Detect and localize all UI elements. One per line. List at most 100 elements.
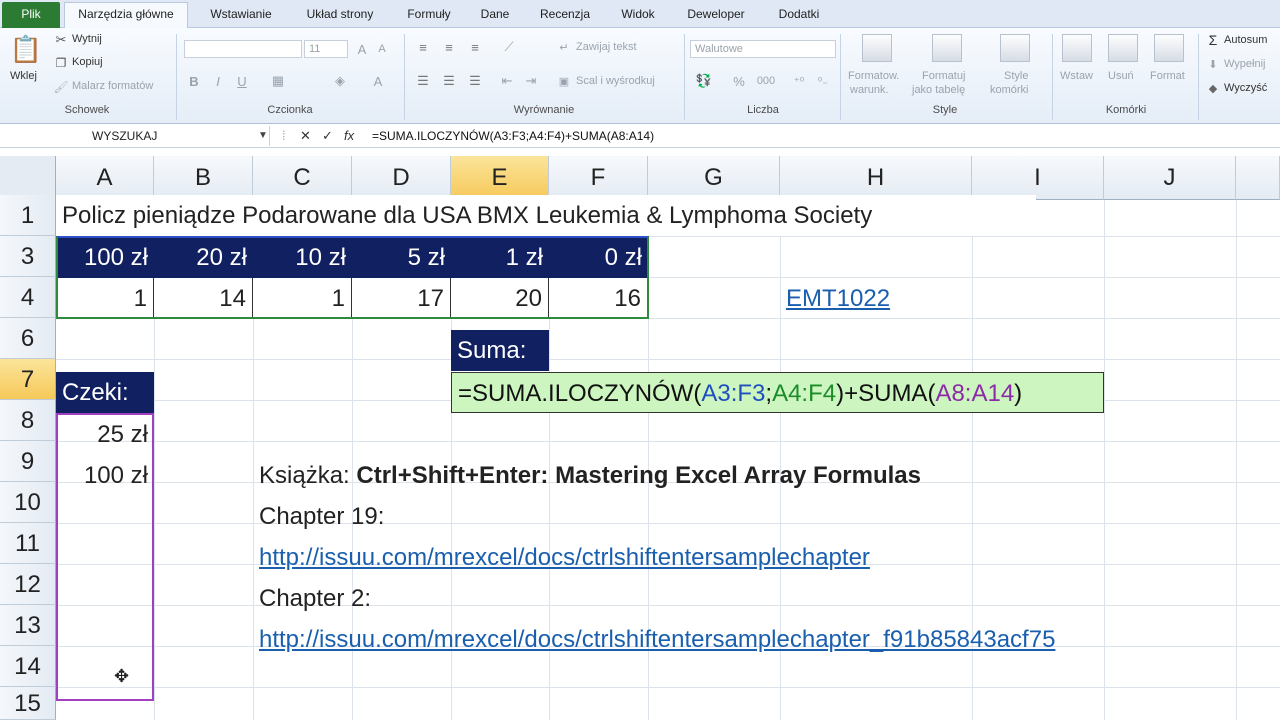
check-cell[interactable]: 25 zł [56,414,154,455]
column-header-g[interactable]: G [648,156,780,200]
format-cells-button[interactable]: Format [1150,70,1185,82]
sum-label-cell[interactable]: Suma: [451,330,549,371]
fill-icon[interactable]: ⬇ [1206,56,1220,72]
scissors-icon[interactable]: ✂ [54,32,68,47]
eraser-icon[interactable]: ◆ [1206,80,1220,96]
formula-input[interactable]: =SUMA.ILOCZYNÓW(A3:F3;A4:F4)+SUMA(A8:A14… [372,126,654,146]
count-cell[interactable]: 1 [56,278,154,319]
column-header-b[interactable]: B [154,156,253,200]
tab-formulas[interactable]: Formuły [396,3,462,27]
tab-page-layout[interactable]: Układ strony [292,3,388,27]
delete-cells-icon[interactable] [1108,34,1138,62]
format-table-icon[interactable] [932,34,962,62]
column-header-j[interactable]: J [1104,156,1236,200]
conditional-format-button-line2[interactable]: warunk. [850,84,889,96]
chapter2-link[interactable]: http://issuu.com/mrexcel/docs/ctrlshifte… [253,619,1253,660]
row-header-7[interactable]: 7 [0,359,56,400]
decrease-indent-icon[interactable]: ⇤ [498,72,516,90]
row-header-10[interactable]: 10 [0,482,56,523]
chapter19-link[interactable]: http://issuu.com/mrexcel/docs/ctrlshifte… [253,537,1153,578]
count-cell[interactable]: 17 [352,278,451,319]
italic-button[interactable]: I [210,72,226,90]
denomination-cell[interactable]: 5 zł [352,237,451,278]
denomination-cell[interactable]: 100 zł [56,237,154,278]
clear-button[interactable]: Wyczyść [1224,82,1267,94]
check-cell[interactable]: 100 zł [56,455,154,496]
orientation-icon[interactable]: ⟋ [498,38,520,56]
tab-data[interactable]: Dane [470,3,520,27]
count-cell[interactable]: 14 [154,278,253,319]
row-header-15[interactable]: 15 [0,687,56,720]
cut-button[interactable]: Wytnij [72,33,102,45]
tab-insert[interactable]: Wstawianie [196,3,286,27]
percent-button[interactable]: % [730,72,748,90]
row-header-12[interactable]: 12 [0,564,56,605]
format-table-button-line2[interactable]: jako tabelę [912,84,965,96]
merge-center-button[interactable]: Scal i wyśrodkuj [576,75,655,87]
conditional-format-icon[interactable] [862,34,892,62]
row-header-3[interactable]: 3 [0,236,56,277]
align-left-icon[interactable]: ☰ [414,72,432,90]
thousands-button[interactable]: 000 [754,72,778,90]
cancel-button[interactable]: ✕ [300,126,311,146]
tab-review[interactable]: Recenzja [528,3,602,27]
cell-styles-button[interactable]: Style [1004,70,1028,82]
align-bottom-icon[interactable]: ≡ [466,38,484,56]
row-header-9[interactable]: 9 [0,441,56,482]
name-box[interactable]: WYSZUKAJ [0,126,270,146]
font-color-icon[interactable]: A [368,72,388,90]
copy-button[interactable]: Kopiuj [72,56,103,68]
conditional-format-button[interactable]: Formatow. [848,70,899,82]
denomination-cell[interactable]: 0 zł [549,237,648,278]
align-middle-icon[interactable]: ≡ [440,38,458,56]
format-table-button[interactable]: Formatuj [922,70,965,82]
align-right-icon[interactable]: ☰ [466,72,484,90]
insert-cells-button[interactable]: Wstaw [1060,70,1093,82]
row-header-1[interactable]: 1 [0,195,56,236]
checks-label-cell[interactable]: Czeki: [56,372,154,413]
column-header-h[interactable]: H [780,156,972,200]
insert-cells-icon[interactable] [1062,34,1092,62]
fill-button[interactable]: Wypełnij [1224,58,1265,70]
count-cell[interactable]: 16 [549,278,648,319]
book-cell[interactable]: Książka: Ctrl+Shift+Enter: Mastering Exc… [253,455,1153,496]
tab-home[interactable]: Narzędzia główne [64,2,188,29]
copy-icon[interactable]: ❐ [54,56,68,70]
delete-cells-button[interactable]: Usuń [1108,70,1134,82]
column-header-f[interactable]: F [549,156,648,200]
tab-addins[interactable]: Dodatki [764,3,834,27]
column-header-k[interactable] [1236,156,1280,200]
column-header-c[interactable]: C [253,156,352,200]
insert-function-button[interactable]: fx [344,126,354,146]
cell-styles-icon[interactable] [1000,34,1030,62]
grow-font-icon[interactable]: A [354,40,370,58]
count-cell[interactable]: 20 [451,278,549,319]
border-icon[interactable]: ▦ [268,72,288,90]
row-header-11[interactable]: 11 [0,523,56,564]
column-header-e[interactable]: E [451,156,549,200]
paste-icon[interactable]: 📋 [10,32,42,66]
column-header-d[interactable]: D [352,156,451,200]
format-cells-icon[interactable] [1154,34,1184,62]
wrap-text-button[interactable]: Zawijaj tekst [576,41,637,53]
decrease-decimal-icon[interactable]: ⁰₋ [814,72,832,90]
row-header-6[interactable]: 6 [0,318,56,359]
row-header-13[interactable]: 13 [0,605,56,646]
font-size-select[interactable]: 11 [304,40,348,58]
chapter19-label[interactable]: Chapter 19: [253,496,653,537]
bold-button[interactable]: B [186,72,202,90]
merge-icon[interactable]: ▣ [556,72,572,90]
column-header-a[interactable]: A [56,156,154,200]
row-header-14[interactable]: 14 [0,646,56,687]
paste-button[interactable]: Wklej [10,70,37,82]
row-header-8[interactable]: 8 [0,400,56,441]
enter-button[interactable]: ✓ [322,126,333,146]
denomination-cell[interactable]: 10 zł [253,237,352,278]
tab-file[interactable]: Plik [2,2,60,28]
chevron-down-icon[interactable]: ▼ [258,126,268,146]
sheet-title-cell[interactable]: Policz pieniądze Podarowane dla USA BMX … [56,195,1036,236]
denomination-cell[interactable]: 1 zł [451,237,549,278]
fill-color-icon[interactable]: ◈ [330,72,350,90]
align-top-icon[interactable]: ≡ [414,38,432,56]
tab-view[interactable]: Widok [610,3,666,27]
